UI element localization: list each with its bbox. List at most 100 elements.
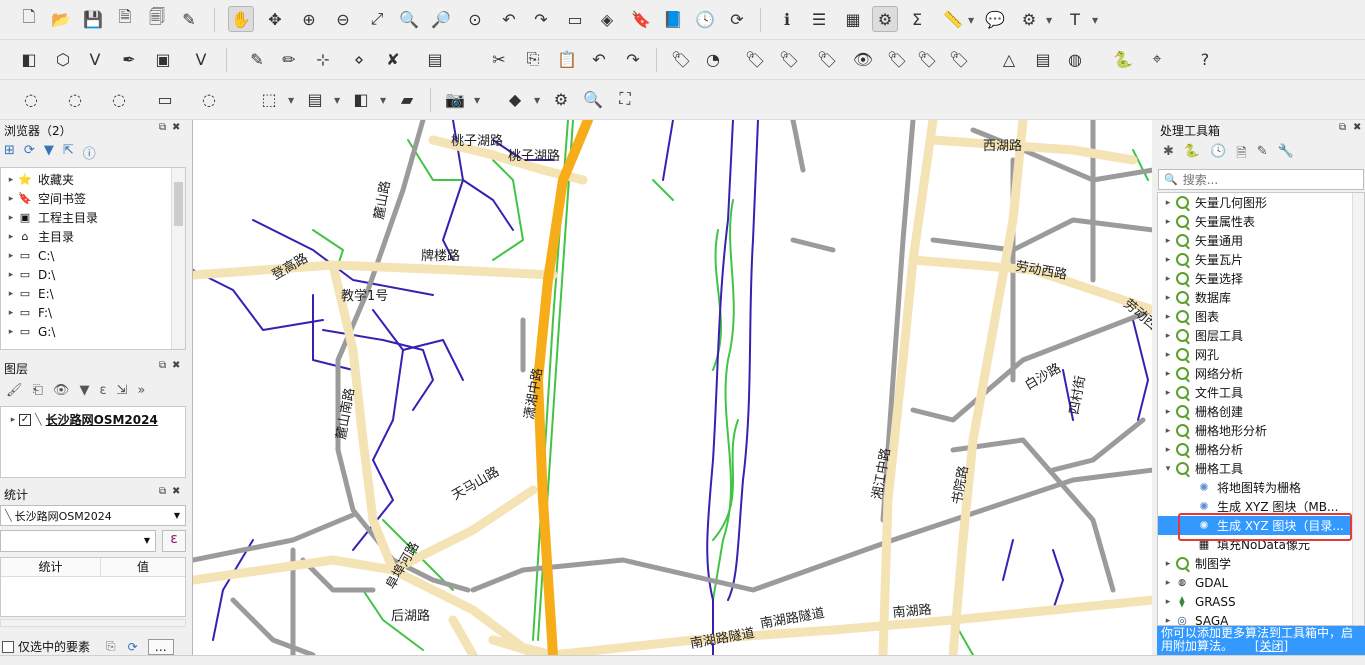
expand-arrow-icon[interactable]: ▸: [1162, 236, 1174, 246]
add-ring-icon[interactable]: ▭: [152, 86, 178, 112]
zoom-out-icon[interactable]: ⊖: [330, 6, 356, 32]
change-label-icon[interactable]: 🏷: [914, 46, 940, 72]
copy-icon[interactable]: ⎘: [106, 639, 116, 654]
search-input[interactable]: [1182, 172, 1353, 187]
browser-item[interactable]: ▸ 🔖 空间书签: [5, 189, 86, 208]
toolbox-group[interactable]: ▸ 文件工具: [1158, 383, 1354, 402]
style-manager-icon[interactable]: ✎: [176, 6, 202, 32]
redo-icon[interactable]: ↷: [620, 46, 646, 72]
toolbox-group[interactable]: ▸ 网络分析: [1158, 364, 1354, 383]
add-line-icon[interactable]: ◌: [62, 86, 88, 112]
vertex-tool-icon[interactable]: ⋄: [346, 46, 372, 72]
data-source-manager-icon[interactable]: ◧: [16, 46, 42, 72]
toolbox-group[interactable]: ▸ 栅格创建: [1158, 402, 1354, 421]
label-properties-icon[interactable]: 🏷: [946, 46, 972, 72]
paste-icon[interactable]: 📋: [554, 46, 580, 72]
new-geopackage-icon[interactable]: ⬡: [50, 46, 76, 72]
toolbox-group[interactable]: ▸ ◍ GDAL: [1158, 573, 1354, 592]
toolbox-scrollbar[interactable]: [1352, 193, 1364, 625]
zoom-native-icon[interactable]: ⊙: [462, 6, 488, 32]
options-wrench-icon[interactable]: 🔧: [1278, 144, 1294, 166]
expand-arrow-icon[interactable]: ▸: [1162, 293, 1174, 303]
attribute-table-icon[interactable]: ☰: [806, 6, 832, 32]
deselect-icon[interactable]: ◧: [348, 86, 374, 112]
rotate-label-icon[interactable]: 🏷: [884, 46, 910, 72]
expression-button[interactable]: ε: [162, 530, 186, 552]
settings-gear-icon[interactable]: ⚙: [548, 86, 574, 112]
edit-features-icon[interactable]: ✎: [1257, 144, 1268, 166]
toolbox-group[interactable]: ▸ 矢量属性表: [1158, 212, 1354, 231]
map-tips-icon[interactable]: 💬: [982, 6, 1008, 32]
copy-icon[interactable]: ⎘: [520, 46, 546, 72]
move-label-icon[interactable]: 🏷: [814, 46, 840, 72]
float-panel-icon[interactable]: ⧉: [1339, 122, 1346, 133]
zoom-last-icon[interactable]: ↶: [496, 6, 522, 32]
field-calculator-icon[interactable]: ▦: [840, 6, 866, 32]
browser-item[interactable]: ▸ ▭ E:\: [5, 284, 54, 303]
text-annotation-icon[interactable]: T: [1062, 6, 1088, 32]
refresh-icon[interactable]: ⟳: [724, 6, 750, 32]
results-icon[interactable]: 🗎: [1236, 144, 1246, 166]
float-panel-icon[interactable]: ⧉: [159, 486, 166, 497]
close-panel-icon[interactable]: ✖: [172, 360, 180, 371]
close-panel-icon[interactable]: ✖: [1353, 122, 1361, 133]
pan-to-selection-icon[interactable]: ✥: [262, 6, 288, 32]
expand-arrow-icon[interactable]: ▸: [1162, 369, 1174, 379]
highlight-labels-icon[interactable]: 🏷: [776, 46, 802, 72]
screenshot-icon[interactable]: 📷: [442, 86, 468, 112]
only-selected-checkbox[interactable]: [2, 640, 14, 653]
toolbox-search[interactable]: 🔍: [1158, 169, 1364, 190]
close-panel-icon[interactable]: ✖: [172, 122, 180, 133]
show-hide-labels-icon[interactable]: 👁: [850, 46, 876, 72]
new-print-layout-icon[interactable]: 🗎: [112, 6, 138, 32]
close-panel-icon[interactable]: ✖: [172, 486, 180, 497]
gps-icon[interactable]: ⌖: [1144, 46, 1170, 72]
info-icon[interactable]: ⓘ: [83, 143, 96, 162]
expand-arrow-icon[interactable]: ▸: [1162, 312, 1174, 322]
layer-row[interactable]: ▸ ✓ ╲ 长沙路网OSM2024: [7, 410, 158, 429]
filter-legend-icon[interactable]: ▼: [79, 383, 89, 398]
browser-item[interactable]: ▸ ⭐ 收藏夹: [5, 170, 74, 189]
expand-arrow-icon[interactable]: ▸: [1162, 559, 1174, 569]
zoom-in-icon[interactable]: ⊕: [296, 6, 322, 32]
search-map-icon[interactable]: 🔍: [580, 86, 606, 112]
float-panel-icon[interactable]: ⧉: [159, 360, 166, 371]
toolbox-group[interactable]: ▸ 图层工具: [1158, 326, 1354, 345]
save-project-icon[interactable]: 💾: [80, 6, 106, 32]
expand-arrow-icon[interactable]: ▸: [1162, 597, 1174, 607]
fullscreen-icon[interactable]: ⛶: [612, 86, 638, 112]
notice-close-link[interactable]: [关闭]: [1255, 639, 1288, 653]
python-console-icon[interactable]: 🐍: [1110, 46, 1136, 72]
zoom-next-icon[interactable]: ↷: [528, 6, 554, 32]
add-polygon-icon[interactable]: ◌: [106, 86, 132, 112]
browser-item[interactable]: ▸ ▭ G:\: [5, 322, 56, 341]
expand-arrow-icon[interactable]: ▸: [5, 289, 17, 299]
toolbox-group[interactable]: ▸ 网孔: [1158, 345, 1354, 364]
expand-arrow-icon[interactable]: ▸: [1162, 426, 1174, 436]
history-icon[interactable]: 🕓: [1210, 144, 1226, 166]
col-stat-header[interactable]: 统计: [1, 558, 101, 576]
add-layer-icon[interactable]: ◆: [502, 86, 528, 112]
expand-arrow-icon[interactable]: ▸: [5, 251, 17, 261]
toolbox-group[interactable]: ▸ 数据库: [1158, 288, 1354, 307]
stats-hscrollbar[interactable]: [0, 619, 186, 627]
expand-arrow-icon[interactable]: ▸: [5, 270, 17, 280]
add-part-icon[interactable]: ◌: [196, 86, 222, 112]
expand-arrow-icon[interactable]: ▸: [5, 327, 17, 337]
cut-icon[interactable]: ✂: [486, 46, 512, 72]
pin-labels-icon[interactable]: 🏷: [742, 46, 768, 72]
toolbox-group[interactable]: ▸ ⧫ GRASS: [1158, 592, 1354, 611]
select-location-icon[interactable]: ▰: [394, 86, 420, 112]
toolbox-group[interactable]: ▸ 图表: [1158, 307, 1354, 326]
float-panel-icon[interactable]: ⧉: [159, 122, 166, 133]
georeferencer-icon[interactable]: △: [996, 46, 1022, 72]
toolbox-group[interactable]: ▸ 矢量通用: [1158, 231, 1354, 250]
expand-arrow-icon[interactable]: ▸: [1162, 255, 1174, 265]
expand-arrow-icon[interactable]: ▸: [1162, 445, 1174, 455]
open-project-icon[interactable]: 📂: [48, 6, 74, 32]
processing-toolbox-icon[interactable]: ⚙: [872, 6, 898, 32]
expand-arrow-icon[interactable]: ▾: [1162, 464, 1174, 474]
expand-arrow-icon[interactable]: ▸: [1162, 616, 1174, 626]
zoom-full-icon[interactable]: ⤢: [364, 6, 390, 32]
select-features-icon[interactable]: ⬚: [256, 86, 282, 112]
